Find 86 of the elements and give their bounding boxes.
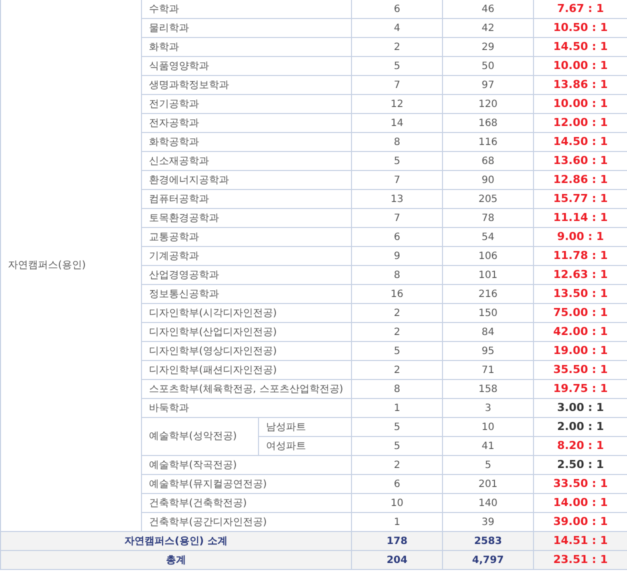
applicants-cell: 5 bbox=[442, 456, 534, 474]
quota-cell: 2 bbox=[352, 322, 442, 342]
department-cell: 생명과학정보학과 bbox=[142, 76, 352, 94]
applicants-cell: 29 bbox=[442, 38, 534, 56]
applicants-cell: 101 bbox=[442, 266, 534, 284]
department-cell: 예술학부(성악전공) bbox=[142, 418, 258, 456]
applicants-cell: 90 bbox=[442, 170, 534, 190]
applicants-cell: 106 bbox=[442, 246, 534, 266]
department-cell: 토목환경공학과 bbox=[142, 208, 352, 228]
quota-cell: 5 bbox=[352, 342, 442, 360]
applicants-cell: 216 bbox=[442, 284, 534, 304]
quota-cell: 9 bbox=[352, 246, 442, 266]
department-cell: 교통공학과 bbox=[142, 228, 352, 246]
applicants-cell: 3 bbox=[442, 398, 534, 418]
quota-cell: 8 bbox=[352, 380, 442, 398]
quota-cell: 2 bbox=[352, 360, 442, 380]
department-cell: 산업경영공학과 bbox=[142, 266, 352, 284]
applicants-cell: 116 bbox=[442, 132, 534, 152]
applicants-cell: 50 bbox=[442, 56, 534, 76]
quota-cell: 5 bbox=[352, 418, 442, 436]
department-cell: 수학과 bbox=[142, 0, 352, 18]
quota-cell: 6 bbox=[352, 228, 442, 246]
department-cell: 전자공학과 bbox=[142, 114, 352, 132]
department-cell: 컴퓨터공학과 bbox=[142, 190, 352, 208]
applicants-cell: 68 bbox=[442, 152, 534, 170]
department-cell: 신소재공학과 bbox=[142, 152, 352, 170]
quota-cell: 6 bbox=[352, 474, 442, 494]
quota-cell: 8 bbox=[352, 132, 442, 152]
department-cell: 디자인학부(산업디자인전공) bbox=[142, 322, 352, 342]
department-cell: 디자인학부(패션디자인전공) bbox=[142, 360, 352, 380]
quota-cell: 4 bbox=[352, 18, 442, 38]
department-cell: 화학과 bbox=[142, 38, 352, 56]
department-cell: 디자인학부(영상디자인전공) bbox=[142, 342, 352, 360]
applicants-cell: 205 bbox=[442, 190, 534, 208]
quota-cell: 7 bbox=[352, 76, 442, 94]
department-cell: 식품영양학과 bbox=[142, 56, 352, 76]
quota-cell: 2 bbox=[352, 456, 442, 474]
applicants-cell: 168 bbox=[442, 114, 534, 132]
applicants-cell: 120 bbox=[442, 94, 534, 114]
quota-cell: 7 bbox=[352, 208, 442, 228]
department-cell: 화학공학과 bbox=[142, 132, 352, 152]
applicants-cell: 10 bbox=[442, 418, 534, 436]
applicants-cell: 46 bbox=[442, 0, 534, 18]
department-cell: 환경에너지공학과 bbox=[142, 170, 352, 190]
applicants-cell: 150 bbox=[442, 304, 534, 322]
applicants-cell: 97 bbox=[442, 76, 534, 94]
quota-cell: 2 bbox=[352, 304, 442, 322]
quota-cell: 16 bbox=[352, 284, 442, 304]
applicants-cell: 78 bbox=[442, 208, 534, 228]
quota-cell: 1 bbox=[352, 398, 442, 418]
part-cell: 여성파트 bbox=[258, 436, 352, 456]
department-cell: 예술학부(작곡전공) bbox=[142, 456, 352, 474]
applicants-cell: 41 bbox=[442, 436, 534, 456]
department-cell: 전기공학과 bbox=[142, 94, 352, 114]
department-cell: 건축학부(건축학전공) bbox=[142, 494, 352, 512]
quota-cell: 8 bbox=[352, 266, 442, 284]
quota-cell: 2 bbox=[352, 38, 442, 56]
applicants-cell: 54 bbox=[442, 228, 534, 246]
department-cell: 디자인학부(시각디자인전공) bbox=[142, 304, 352, 322]
applicants-cell: 84 bbox=[442, 322, 534, 342]
quota-cell: 13 bbox=[352, 190, 442, 208]
quota-cell: 5 bbox=[352, 436, 442, 456]
applicants-cell: 95 bbox=[442, 342, 534, 360]
campus-cell: 자연캠퍼스(용인) bbox=[0, 0, 142, 532]
department-cell: 스포츠학부(체육학전공, 스포츠산업학전공) bbox=[142, 380, 352, 398]
applicants-cell: 42 bbox=[442, 18, 534, 38]
quota-cell: 204 bbox=[352, 550, 442, 570]
applicants-cell: 201 bbox=[442, 474, 534, 494]
department-cell: 기계공학과 bbox=[142, 246, 352, 266]
total-label: 총계 bbox=[0, 550, 352, 570]
quota-cell: 14 bbox=[352, 114, 442, 132]
department-cell: 물리학과 bbox=[142, 18, 352, 38]
quota-cell: 6 bbox=[352, 0, 442, 18]
quota-cell: 5 bbox=[352, 152, 442, 170]
quota-cell: 10 bbox=[352, 494, 442, 512]
part-cell: 남성파트 bbox=[258, 418, 352, 436]
applicants-cell: 158 bbox=[442, 380, 534, 398]
applicants-cell: 140 bbox=[442, 494, 534, 512]
department-cell: 바둑학과 bbox=[142, 398, 352, 418]
applicants-cell: 4,797 bbox=[442, 550, 534, 570]
department-cell: 예술학부(뮤지컬공연전공) bbox=[142, 474, 352, 494]
applicants-cell: 71 bbox=[442, 360, 534, 380]
department-cell: 정보통신공학과 bbox=[142, 284, 352, 304]
quota-cell: 7 bbox=[352, 170, 442, 190]
quota-cell: 12 bbox=[352, 94, 442, 114]
quota-cell: 5 bbox=[352, 56, 442, 76]
